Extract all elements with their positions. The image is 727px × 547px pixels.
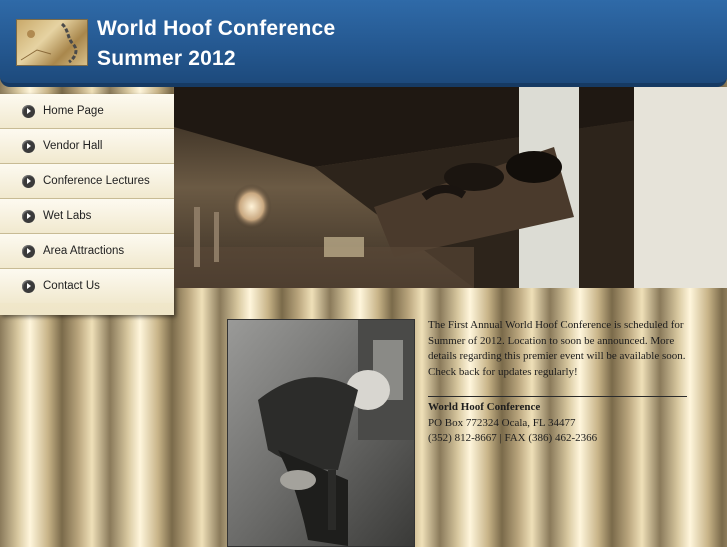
nav-item-label: Contact Us [43,280,100,292]
content-divider [428,396,687,397]
arrow-bullet-icon [22,104,35,118]
contact-phone-fax: (352) 812-8667 | FAX (386) 462-2366 [428,432,598,444]
nav-item-wet-labs[interactable]: Wet Labs [0,199,174,234]
main-nav: Home Page Vendor Hall Conference Lecture… [0,94,174,315]
nav-item-vendor-hall[interactable]: Vendor Hall [0,129,174,164]
site-logo[interactable] [16,19,88,66]
nav-item-label: Wet Labs [43,210,92,222]
nav-item-area-attractions[interactable]: Area Attractions [0,234,174,269]
arrow-bullet-icon [22,244,35,258]
nav-item-label: Home Page [43,105,104,117]
arrow-bullet-icon [22,174,35,188]
map-logo-icon [20,22,78,64]
stable-banner-image [174,87,727,288]
site-title-line2: Summer 2012 [97,47,236,70]
arrow-bullet-icon [22,279,35,293]
nav-item-label: Vendor Hall [43,140,103,152]
nav-item-label: Conference Lectures [43,175,150,187]
nav-item-label: Area Attractions [43,245,125,257]
nav-item-contact-us[interactable]: Contact Us [0,269,174,303]
farrier-photo [227,319,415,547]
site-title-line1: World Hoof Conference [97,17,336,40]
contact-org-name: World Hoof Conference [428,401,541,413]
nav-item-home-page[interactable]: Home Page [0,94,174,129]
contact-address: PO Box 772324 Ocala, FL 34477 [428,416,576,429]
nav-item-conference-lectures[interactable]: Conference Lectures [0,164,174,199]
arrow-bullet-icon [22,209,35,223]
contact-block: World Hoof Conference PO Box 772324 Ocal… [428,400,690,447]
intro-section: The First Annual World Hoof Conference i… [428,318,690,380]
intro-text: The First Annual World Hoof Conference i… [428,319,686,378]
site-header: World Hoof Conference Summer 2012 [0,0,727,87]
arrow-bullet-icon [22,139,35,153]
